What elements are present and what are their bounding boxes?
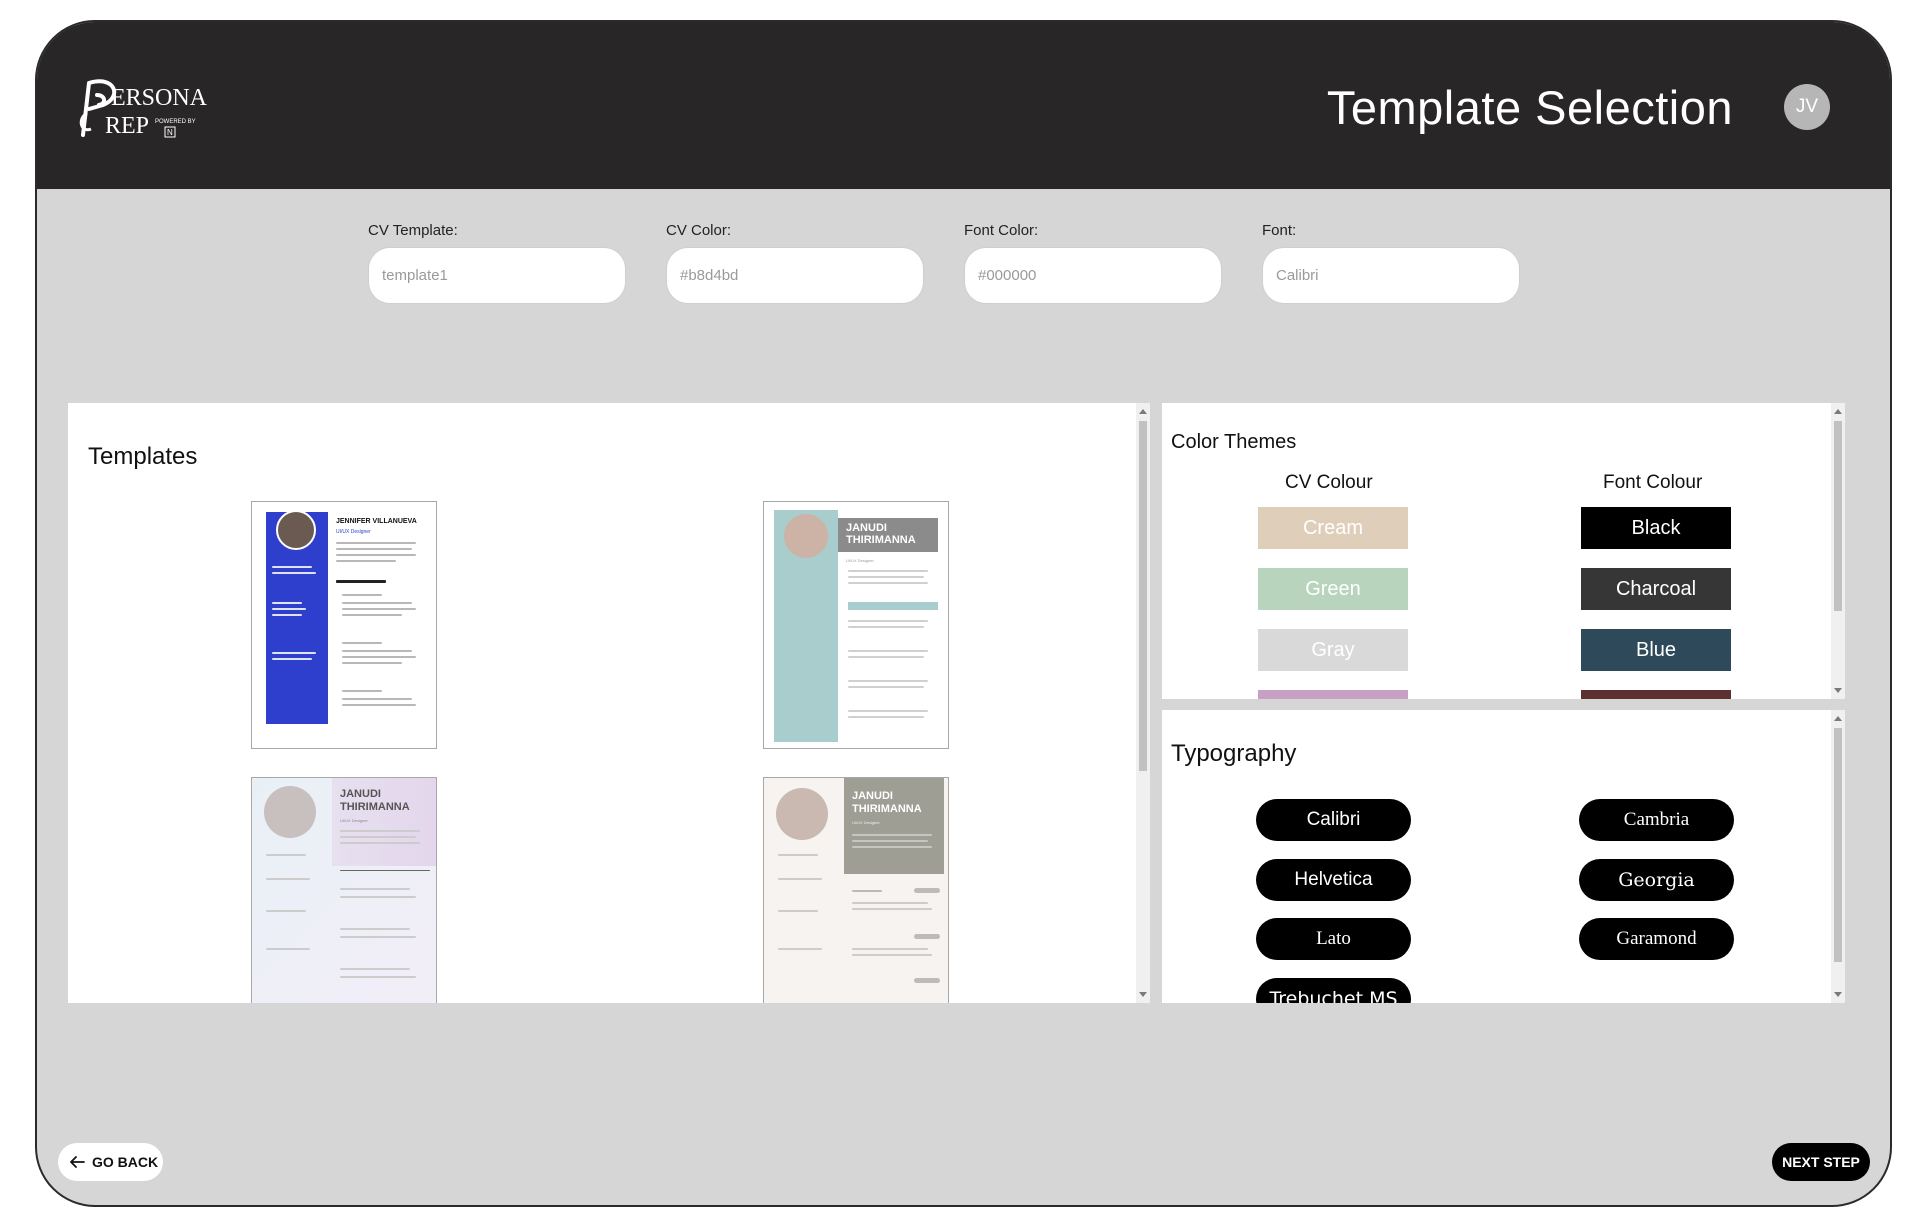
font-color-field: Font Color: #000000 [964, 222, 1222, 304]
templates-panel: Templates JENNIFER VILLANUEVA UI/UX Desi… [68, 403, 1150, 1003]
typography-title: Typography [1171, 740, 1297, 767]
scroll-down-arrow[interactable] [1834, 688, 1842, 693]
template-2-name: JANUDI THIRIMANNA [846, 522, 916, 546]
color-themes-title: Color Themes [1171, 431, 1297, 453]
font-option-trebuchet-ms[interactable]: Trebuchet MS [1256, 978, 1411, 1003]
scroll-up-arrow[interactable] [1834, 409, 1842, 414]
color-themes-panel: Color Themes CV Colour Font Colour Cream… [1162, 403, 1845, 699]
logo-text-rep: REP [105, 113, 149, 139]
scroll-thumb[interactable] [1139, 421, 1147, 771]
template-1-role: UI/UX Designer [336, 529, 371, 535]
cv-color-field: CV Color: #b8d4bd [666, 222, 924, 304]
font-color-label: Font Color: [964, 222, 1039, 239]
font-colour-blue[interactable]: Blue [1581, 629, 1731, 671]
template-3-role: UI/UX Designer [340, 818, 368, 823]
cv-template-input[interactable]: template1 [368, 247, 626, 304]
template-1-photo [276, 510, 316, 550]
user-avatar[interactable]: JV [1784, 84, 1830, 130]
font-colour-charcoal[interactable]: Charcoal [1581, 568, 1731, 610]
font-colour-heading: Font Colour [1603, 472, 1703, 493]
cv-colour-purple[interactable] [1258, 690, 1408, 699]
font-field: Font: Calibri [1262, 222, 1520, 304]
scroll-thumb[interactable] [1834, 728, 1842, 962]
next-step-label: NEXT STEP [1782, 1154, 1860, 1170]
cv-template-field: CV Template: template1 [368, 222, 626, 304]
logo-text-persona: ERSONA [111, 85, 208, 111]
typography-panel: Typography Calibri Cambria Helvetica Geo… [1162, 710, 1845, 1003]
font-option-helvetica[interactable]: Helvetica [1256, 859, 1411, 901]
font-colour-brown[interactable] [1581, 690, 1731, 699]
scroll-thumb[interactable] [1834, 421, 1842, 611]
app-frame: ERSONA REP POWERED BY N Template Selecti… [35, 20, 1892, 1207]
template-card-2[interactable]: JANUDI THIRIMANNA UI/UX Designer [763, 501, 949, 749]
template-1-name: JENNIFER VILLANUEVA [336, 518, 417, 525]
template-card-1[interactable]: JENNIFER VILLANUEVA UI/UX Designer [251, 501, 437, 749]
scroll-down-arrow[interactable] [1834, 992, 1842, 997]
template-3-name: JANUDI THIRIMANNA [340, 788, 410, 813]
template-2-photo [784, 514, 828, 558]
cv-color-input[interactable]: #b8d4bd [666, 247, 924, 304]
persona-prep-logo: ERSONA REP POWERED BY N [79, 79, 208, 139]
go-back-button[interactable]: GO BACK [58, 1143, 163, 1181]
template-2-role: UI/UX Designer [846, 558, 874, 563]
cv-colour-green[interactable]: Green [1258, 568, 1408, 610]
font-colour-black[interactable]: Black [1581, 507, 1731, 549]
template-card-4[interactable]: JANUDI THIRIMANNA UI/UX Designer [763, 777, 949, 1003]
font-label: Font: [1262, 222, 1297, 239]
font-option-garamond[interactable]: Garamond [1579, 918, 1734, 960]
color-themes-scrollbar[interactable] [1831, 403, 1845, 699]
font-option-georgia[interactable]: Georgia [1579, 859, 1734, 901]
cv-color-label: CV Color: [666, 222, 732, 239]
cv-colour-heading: CV Colour [1285, 472, 1373, 493]
font-option-lato[interactable]: Lato [1256, 918, 1411, 960]
template-4-name: JANUDI THIRIMANNA [852, 790, 922, 815]
font-color-input[interactable]: #000000 [964, 247, 1222, 304]
page-title: Template Selection [1326, 81, 1733, 134]
go-back-label: GO BACK [92, 1154, 159, 1170]
template-4-photo [776, 788, 828, 840]
header: ERSONA REP POWERED BY N Template Selecti… [37, 22, 1890, 189]
template-3-photo [264, 786, 316, 838]
scroll-down-arrow[interactable] [1139, 992, 1147, 997]
arrow-left-icon [70, 1156, 85, 1168]
template-4-role: UI/UX Designer [852, 820, 880, 825]
scroll-up-arrow[interactable] [1834, 716, 1842, 721]
font-option-calibri[interactable]: Calibri [1256, 799, 1411, 841]
template-card-3[interactable]: JANUDI THIRIMANNA UI/UX Designer [251, 777, 437, 1003]
templates-scrollbar[interactable] [1136, 403, 1150, 1003]
font-input[interactable]: Calibri [1262, 247, 1520, 304]
scroll-up-arrow[interactable] [1139, 409, 1147, 414]
templates-title: Templates [88, 443, 198, 470]
font-option-cambria[interactable]: Cambria [1579, 799, 1734, 841]
cv-colour-cream[interactable]: Cream [1258, 507, 1408, 549]
typography-scrollbar[interactable] [1831, 710, 1845, 1003]
svg-text:N: N [167, 128, 173, 137]
next-step-button[interactable]: NEXT STEP [1772, 1143, 1870, 1181]
logo-powered-by: POWERED BY [155, 119, 196, 125]
cv-template-label: CV Template: [368, 222, 458, 239]
cv-colour-gray[interactable]: Gray [1258, 629, 1408, 671]
